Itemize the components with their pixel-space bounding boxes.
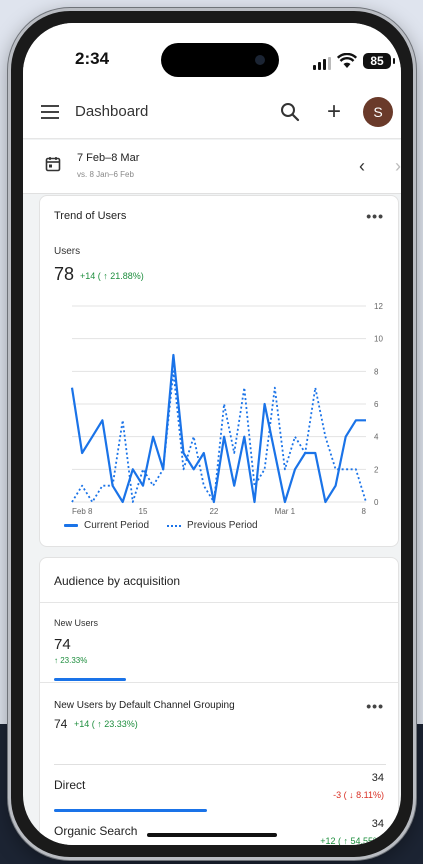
- metric-label: Users: [54, 246, 81, 257]
- dynamic-island: [161, 43, 279, 77]
- divider: [40, 682, 398, 683]
- x-tick-label: Mar 1: [275, 507, 296, 516]
- divider: [40, 602, 398, 603]
- audience-card: Audience by acquisition New Users 74 ↑ 2…: [39, 557, 399, 845]
- legend-current-label: Current Period: [84, 520, 150, 531]
- y-tick-label: 6: [374, 400, 379, 409]
- status-time: 2:34: [75, 49, 110, 68]
- card-title: Audience by acquisition: [54, 574, 181, 588]
- x-tick-label: 15: [139, 507, 148, 516]
- camera-icon: [255, 55, 265, 65]
- date-range[interactable]: 7 Feb–8 Mar: [77, 152, 139, 164]
- add-icon[interactable]: +: [323, 100, 345, 124]
- y-tick-label: 4: [374, 433, 379, 442]
- y-tick-label: 0: [374, 498, 379, 507]
- legend-previous-label: Previous Period: [187, 520, 258, 531]
- dotted-line-icon: [167, 524, 182, 527]
- y-tick-label: 12: [374, 302, 383, 311]
- legend-current: Current Period: [64, 520, 149, 531]
- divider: [54, 764, 386, 765]
- channel-row-label[interactable]: Organic Search: [54, 824, 137, 838]
- more-options-icon[interactable]: •••: [366, 208, 384, 224]
- y-tick-label: 2: [374, 465, 379, 474]
- selected-tab-indicator: [54, 678, 126, 681]
- date-range-bar: 7 Feb–8 Mar vs. 8 Jan–6 Feb ‹ ›: [23, 140, 401, 194]
- current-period-line: [70, 353, 366, 504]
- channel-row-label[interactable]: Direct: [54, 778, 85, 792]
- menu-icon[interactable]: [41, 105, 59, 119]
- trend-card: Trend of Users ••• Users 78 +14 ( ↑ 21.8…: [39, 195, 399, 547]
- channel-delta: +14 ( ↑ 23.33%): [74, 719, 138, 729]
- channel-row-delta: +12 ( ↑ 54.55%): [320, 836, 384, 845]
- x-tick-label: 8: [362, 507, 367, 516]
- metric-value: 78: [54, 264, 75, 284]
- channel-value: 74: [54, 717, 68, 731]
- home-indicator: [147, 833, 277, 837]
- chevron-left-icon[interactable]: ‹: [359, 157, 365, 175]
- calendar-icon[interactable]: [45, 156, 61, 172]
- wifi-icon: [337, 53, 357, 68]
- status-bar: 2:34 85: [23, 23, 401, 87]
- x-tick-label: 22: [209, 507, 218, 516]
- phone-frame: 2:34 85 Dashboard + S 7 Feb–8 Mar vs. 8 …: [8, 8, 416, 860]
- channel-title: New Users by Default Channel Grouping: [54, 700, 235, 711]
- app-bar: Dashboard + S: [23, 87, 401, 139]
- search-icon[interactable]: [279, 101, 301, 123]
- channel-row-value: 34: [371, 818, 384, 830]
- x-tick-label: Feb 8: [72, 507, 93, 516]
- comparison-range: vs. 8 Jan–6 Feb: [77, 170, 134, 179]
- new-users-value: 74: [54, 636, 71, 653]
- channel-row-bar: [54, 809, 207, 812]
- avatar[interactable]: S: [363, 97, 393, 127]
- phone-screen: 2:34 85 Dashboard + S 7 Feb–8 Mar vs. 8 …: [23, 23, 401, 845]
- users-line-chart: 0 2 4 6 8 10 12 Feb 8 15 22 Mar 1 8: [70, 302, 383, 516]
- legend-previous: Previous Period: [167, 520, 258, 531]
- solid-line-icon: [64, 524, 78, 527]
- more-options-icon[interactable]: •••: [366, 698, 384, 714]
- channel-row-value: 34: [371, 772, 384, 784]
- chart-legend: Current Period Previous Period: [64, 520, 258, 531]
- y-tick-label: 10: [374, 335, 383, 344]
- y-tick-label: 8: [374, 367, 379, 376]
- page-title: Dashboard: [75, 103, 149, 120]
- battery-icon: 85: [363, 53, 395, 69]
- new-users-label[interactable]: New Users: [54, 618, 98, 628]
- channel-row-delta: -3 ( ↓ 8.11%): [333, 790, 384, 800]
- metric-delta: +14 ( ↑ 21.88%): [80, 271, 144, 281]
- chevron-right-icon[interactable]: ›: [395, 157, 401, 175]
- card-title: Trend of Users: [54, 210, 127, 222]
- signal-icon: [313, 57, 331, 70]
- new-users-delta: ↑ 23.33%: [54, 656, 88, 665]
